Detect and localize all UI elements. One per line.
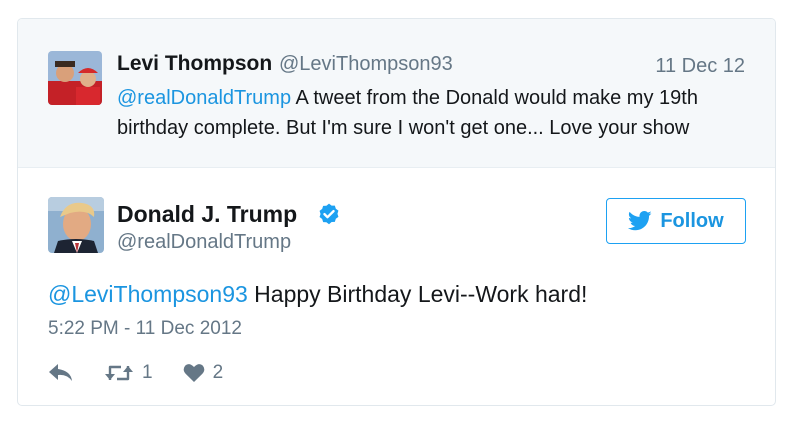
parent-author-handle[interactable]: @LeviThompson93 (279, 53, 453, 76)
retweet-icon (105, 365, 133, 381)
tweet-timestamp[interactable]: 5:22 PM - 11 Dec 2012 (48, 318, 242, 340)
reply-button[interactable] (48, 363, 74, 383)
like-count: 2 (212, 362, 224, 383)
reply-icon (49, 364, 72, 381)
like-button[interactable]: 2 (183, 362, 224, 384)
parent-author-name[interactable]: Levi Thompson (117, 52, 272, 76)
tweet-actions: 1 2 (48, 359, 223, 387)
main-author-handle[interactable]: @realDonaldTrump (117, 231, 291, 254)
heart-icon (183, 364, 204, 382)
embedded-tweet-card: Levi Thompson @LeviThompson93 11 Dec 12 … (17, 18, 776, 406)
follow-button-label: Follow (660, 209, 724, 232)
main-avatar[interactable] (48, 197, 104, 253)
follow-button[interactable]: Follow (606, 198, 746, 244)
retweet-button[interactable]: 1 (104, 362, 153, 384)
main-author-name[interactable]: Donald J. Trump (117, 201, 297, 228)
main-tweet-body: Happy Birthday Levi--Work hard! (247, 281, 588, 307)
main-mention-link[interactable]: @LeviThompson93 (48, 281, 248, 307)
twitter-bird-icon (628, 211, 652, 231)
parent-mention-link[interactable]: @realDonaldTrump (117, 87, 291, 109)
main-tweet-text: @LeviThompson93 Happy Birthday Levi--Wor… (48, 281, 587, 308)
parent-avatar[interactable] (48, 51, 102, 105)
parent-tweet[interactable]: Levi Thompson @LeviThompson93 11 Dec 12 … (18, 19, 775, 168)
retweet-count: 1 (142, 362, 153, 383)
verified-badge-icon (319, 203, 339, 225)
parent-tweet-text: @realDonaldTrump A tweet from the Donald… (117, 83, 757, 143)
parent-tweet-date[interactable]: 11 Dec 12 (655, 55, 745, 78)
